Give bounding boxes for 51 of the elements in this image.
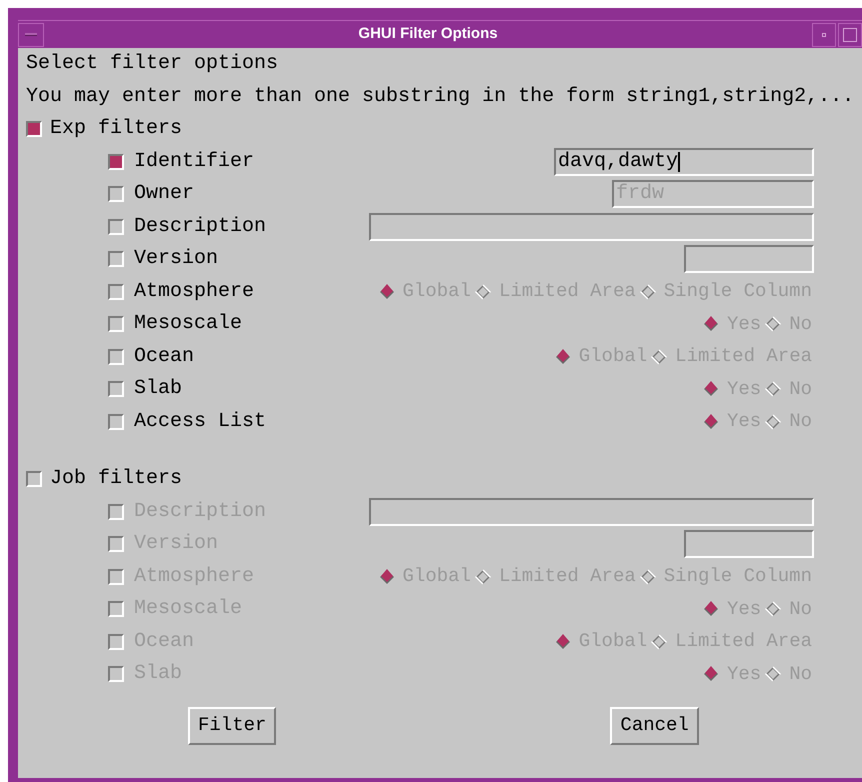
maximize-button[interactable] bbox=[838, 22, 862, 46]
dialog-button[interactable]: Cancel bbox=[610, 706, 699, 744]
filter-checkbox[interactable] bbox=[108, 504, 124, 520]
radio-button[interactable] bbox=[763, 412, 784, 432]
filter-checkbox[interactable] bbox=[108, 414, 124, 430]
radio-button[interactable] bbox=[472, 282, 493, 302]
filter-checkbox[interactable] bbox=[108, 601, 124, 618]
window-title: GHUI Filter Options bbox=[357, 24, 499, 44]
filter-checkbox[interactable] bbox=[108, 284, 124, 300]
radio-button[interactable] bbox=[763, 599, 784, 620]
section-label: Exp filters bbox=[50, 119, 182, 140]
instruction-text: Select filter options bbox=[26, 54, 278, 74]
section-checkbox[interactable] bbox=[26, 121, 42, 138]
text-field[interactable] bbox=[684, 530, 814, 558]
filter-checkbox[interactable] bbox=[108, 186, 124, 202]
filter-label: Description bbox=[134, 216, 266, 237]
filter-label: Mesoscale bbox=[134, 314, 242, 334]
minimize-button[interactable] bbox=[812, 22, 836, 46]
radio-button[interactable] bbox=[472, 566, 493, 587]
filter-checkbox[interactable] bbox=[108, 348, 124, 365]
filter-label: Access List bbox=[134, 412, 266, 432]
dialog-button[interactable]: Filter bbox=[188, 706, 276, 744]
radio-button[interactable] bbox=[649, 632, 670, 652]
text-field[interactable] bbox=[684, 245, 814, 274]
radio-button[interactable] bbox=[763, 664, 784, 684]
text-field[interactable] bbox=[369, 498, 814, 526]
filter-label: Slab bbox=[134, 379, 182, 400]
filter-label: Atmosphere bbox=[134, 282, 254, 302]
radio-button[interactable] bbox=[638, 282, 658, 302]
filter-checkbox[interactable] bbox=[108, 536, 124, 552]
filter-checkbox[interactable] bbox=[108, 381, 124, 398]
section-checkbox[interactable] bbox=[26, 471, 42, 488]
radio-button[interactable] bbox=[763, 314, 784, 334]
filter-checkbox[interactable] bbox=[108, 666, 124, 682]
radio-button[interactable] bbox=[638, 566, 658, 587]
filter-label: Ocean bbox=[134, 346, 194, 367]
filter-checkbox[interactable] bbox=[108, 634, 124, 650]
filter-checkbox[interactable] bbox=[108, 251, 124, 268]
radio-button[interactable] bbox=[763, 379, 784, 400]
section-label: Job filters bbox=[50, 469, 182, 490]
filter-checkbox[interactable] bbox=[108, 154, 124, 170]
filter-checkbox[interactable] bbox=[108, 568, 124, 585]
instruction-text: You may enter more than one substring in the form string1,string2,... bbox=[26, 86, 854, 107]
filter-checkbox[interactable] bbox=[108, 218, 124, 235]
text-field[interactable] bbox=[369, 212, 814, 241]
text-field[interactable]: davq,dawty bbox=[554, 148, 814, 176]
filter-label: Owner bbox=[134, 184, 194, 204]
filter-checkbox[interactable] bbox=[108, 316, 124, 332]
radio-button[interactable] bbox=[649, 346, 670, 367]
filter-label: Version bbox=[134, 249, 218, 270]
filter-label: Identifier bbox=[134, 152, 254, 172]
